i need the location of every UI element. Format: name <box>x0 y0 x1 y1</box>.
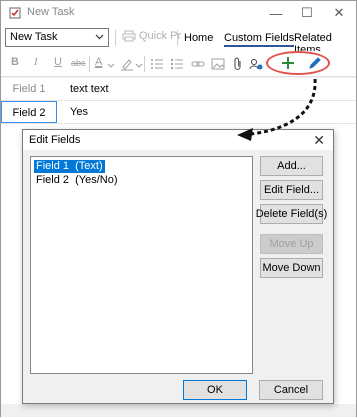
printer-icon <box>122 30 136 42</box>
template-combo-value: New Task <box>10 31 58 43</box>
close-icon[interactable]: ✕ <box>323 1 355 25</box>
list-item[interactable]: Field 1 (Text) <box>33 159 106 174</box>
link-icon[interactable] <box>191 57 205 71</box>
quick-print-button[interactable]: Quick Pr <box>122 30 181 42</box>
chevron-down-icon <box>95 34 104 40</box>
ribbon-row-2: B I U abc A <box>1 51 356 77</box>
fields-listbox[interactable]: Field 1 (Text) Field 2 (Yes/No) <box>30 156 253 374</box>
paperclip-icon[interactable] <box>231 57 245 71</box>
field-value[interactable]: Yes <box>70 101 88 123</box>
underline-button[interactable]: U <box>54 56 62 68</box>
list-item[interactable]: Field 2 (Yes/No) <box>34 174 120 187</box>
ok-button[interactable]: OK <box>183 380 247 400</box>
dialog-title-bar: Edit Fields ✕ <box>23 130 333 150</box>
divider <box>177 30 178 46</box>
edit-field-button[interactable]: Edit Field... <box>260 180 323 200</box>
bold-button[interactable]: B <box>11 56 19 68</box>
cancel-button[interactable]: Cancel <box>259 380 323 400</box>
bottom-strip <box>1 404 356 417</box>
numbered-list-icon[interactable] <box>170 57 184 71</box>
dialog-title: Edit Fields <box>29 134 81 146</box>
template-combo[interactable]: New Task <box>5 28 109 47</box>
field-row[interactable]: Field 1 text text <box>1 78 356 100</box>
strikethrough-button[interactable]: abc <box>71 58 86 68</box>
add-button[interactable]: Add... <box>260 156 323 176</box>
add-field-icon[interactable] <box>280 55 296 71</box>
quick-print-label: Quick Pr <box>139 30 182 42</box>
assign-user-icon[interactable] <box>249 57 263 71</box>
maximize-icon[interactable]: ☐ <box>291 1 323 25</box>
image-icon[interactable] <box>211 57 225 71</box>
delete-fields-button[interactable]: Delete Field(s) <box>256 204 327 224</box>
field-label: Field 1 <box>12 83 46 95</box>
bullet-list-icon[interactable] <box>150 57 164 71</box>
window-title: New Task <box>27 6 75 18</box>
divider <box>1 123 356 124</box>
highlighter-icon[interactable] <box>120 57 134 71</box>
close-icon[interactable]: ✕ <box>313 132 325 149</box>
move-down-button[interactable]: Move Down <box>260 258 323 278</box>
field-label: Field 2 <box>1 101 57 123</box>
chevron-down-icon[interactable] <box>107 57 115 71</box>
minimize-icon[interactable]: — <box>260 1 292 25</box>
edit-fields-dialog: Edit Fields ✕ Field 1 (Text) Field 2 (Ye… <box>22 129 334 404</box>
italic-button[interactable]: I <box>34 56 38 68</box>
move-up-button[interactable]: Move Up <box>260 234 323 254</box>
tab-home[interactable]: Home <box>184 32 213 44</box>
divider <box>144 56 145 72</box>
edit-fields-icon[interactable] <box>307 55 323 71</box>
field-value[interactable]: text text <box>70 78 109 100</box>
ribbon-row-1: New Task Quick Pr Home Custom Fields Rel… <box>1 25 356 56</box>
field-row[interactable]: Field 2 Yes <box>1 101 356 123</box>
chevron-down-icon[interactable] <box>135 57 143 71</box>
tab-custom-fields[interactable]: Custom Fields <box>224 32 295 47</box>
divider <box>89 56 90 72</box>
divider <box>115 30 116 46</box>
task-window: New Task — ☐ ✕ New Task Quick Pr Home Cu… <box>0 0 357 418</box>
app-icon <box>9 7 21 19</box>
font-color-button[interactable]: A <box>95 56 102 68</box>
title-bar: New Task — ☐ ✕ <box>1 1 356 25</box>
